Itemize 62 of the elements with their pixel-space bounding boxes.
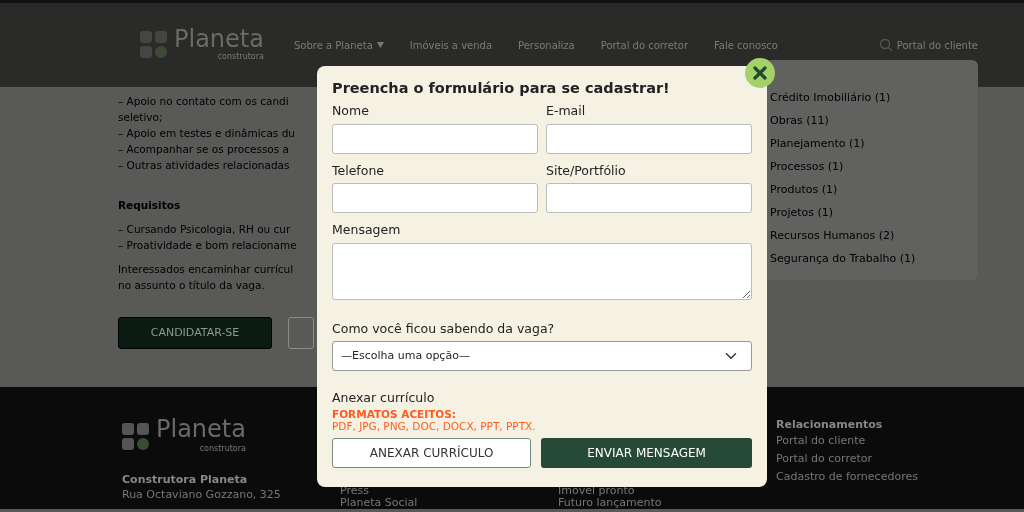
- footer-link[interactable]: Planeta Social: [340, 497, 558, 509]
- body-text: seletivo;: [118, 110, 164, 125]
- nav-link[interactable]: Imóveis a venda: [409, 37, 493, 53]
- formats-list: PDF, JPG, PNG, DOC, DOCX, PPT, PPTX.: [332, 420, 752, 432]
- input-field[interactable]: [546, 183, 752, 214]
- logo-name: Planeta: [174, 27, 264, 51]
- nav-link[interactable]: Portal do corretor: [600, 37, 688, 53]
- nav-link[interactable]: Sobre a Planeta: [293, 37, 373, 53]
- footer-link[interactable]: Futuro lançamento: [558, 497, 776, 509]
- input-field[interactable]: [546, 123, 752, 154]
- attach-label: Anexar currículo: [332, 389, 436, 408]
- body-text: Interessados encaminhar currícul: [118, 262, 295, 277]
- category-link[interactable]: Produtos (1): [770, 182, 970, 205]
- footer-heading: Relacionamentos: [776, 417, 884, 432]
- category-link[interactable]: Segurança do Trabalho (1): [770, 251, 970, 274]
- logo-tagline: construtora: [198, 443, 246, 455]
- category-link[interactable]: Crédito Imobiliário (1): [770, 90, 970, 113]
- body-text: – Outras atividades relacionadas: [118, 158, 291, 173]
- address-text: Rua Octaviano Gozzano, 325: [122, 487, 282, 502]
- field-label: Site/Portfólio: [546, 161, 627, 180]
- body-text: – Apoio no contato com os candi: [118, 94, 290, 109]
- client-portal-link[interactable]: Portal do cliente: [896, 37, 978, 53]
- nav-link[interactable]: Fale conosco: [714, 37, 778, 53]
- input-field[interactable]: [332, 123, 538, 154]
- footer-link[interactable]: Portal do corretor: [776, 450, 918, 468]
- close-icon: [752, 65, 768, 81]
- apply-button[interactable]: CANDIDATAR-SE: [118, 317, 272, 349]
- formats-title: FORMATOS ACEITOS:: [332, 409, 457, 420]
- company-name: Construtora Planeta: [122, 472, 249, 487]
- category-link[interactable]: Processos (1): [770, 159, 970, 182]
- input-field[interactable]: [332, 183, 538, 214]
- attach-resume-button[interactable]: ANEXAR CURRÍCULO: [332, 438, 532, 468]
- source-dropdown[interactable]: —Escolha uma opção—: [332, 341, 752, 372]
- body-text: – Proatividade e bom relacioname: [118, 238, 298, 253]
- modal-title: Preencha o formulário para se cadastrar!: [332, 79, 671, 98]
- logo-name: Planeta: [156, 417, 246, 441]
- category-link[interactable]: Projetos (1): [770, 205, 970, 228]
- category-link[interactable]: Recursos Humanos (2): [770, 228, 970, 251]
- caret-icon[interactable]: [376, 42, 384, 48]
- footer-link[interactable]: Cadastro de fornecedores: [776, 468, 918, 486]
- field-label: Nome: [332, 101, 370, 120]
- logo-icon: [140, 31, 168, 59]
- send-message-button[interactable]: ENVIAR MENSAGEM: [541, 438, 752, 468]
- nav-link[interactable]: Personaliza: [518, 37, 575, 53]
- logo-tagline: construtora: [216, 51, 264, 63]
- logo-icon: [122, 422, 150, 451]
- field-label: E-mail: [546, 101, 587, 120]
- category-link[interactable]: Planejamento (1): [770, 136, 970, 159]
- category-link[interactable]: Obras (11): [770, 113, 970, 136]
- body-text: – Acompanhar se os processos a: [118, 142, 291, 157]
- field-label: Telefone: [332, 161, 386, 180]
- search-icon[interactable]: [878, 38, 893, 52]
- body-text: – Cursando Psicologia, RH ou cur: [118, 222, 292, 237]
- body-text: no assunto o título da vaga.: [118, 278, 266, 293]
- footer-link[interactable]: Portal do cliente: [776, 432, 918, 450]
- field-label: Como você ficou sabendo da vaga?: [332, 319, 556, 338]
- secondary-button[interactable]: [288, 317, 314, 349]
- message-field[interactable]: [332, 243, 752, 300]
- section-heading: Requisitos: [118, 198, 182, 213]
- body-text: – Apoio em testes e dinâmicas du: [118, 126, 296, 141]
- field-label: Mensagem: [332, 221, 402, 240]
- footer-link[interactable]: Imóvel pronto: [558, 485, 776, 497]
